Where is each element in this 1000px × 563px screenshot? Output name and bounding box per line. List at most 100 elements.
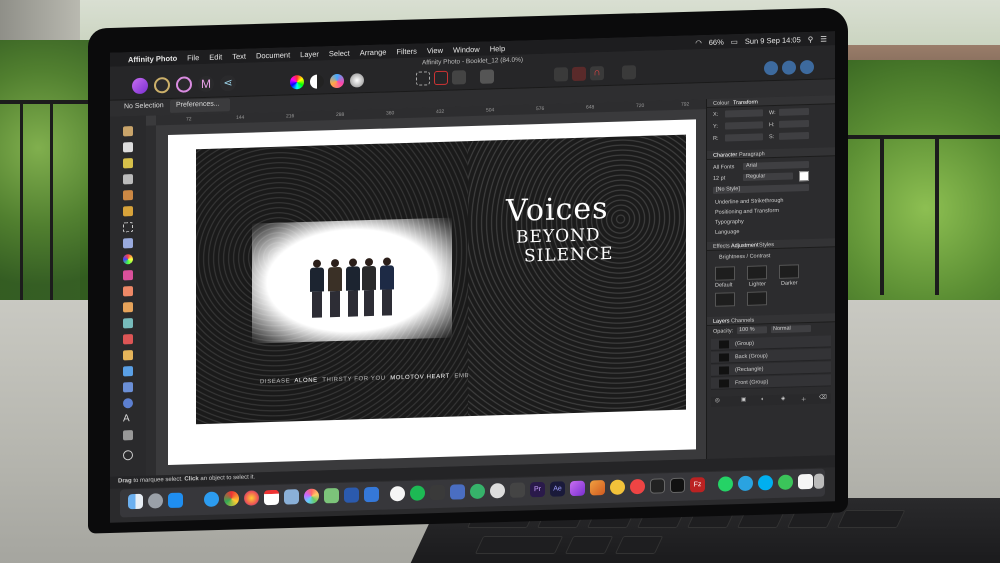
magnet-icon[interactable]: ∩ bbox=[590, 66, 604, 81]
live-filter-icon[interactable]: ◈ bbox=[781, 396, 785, 402]
arrange-icon[interactable] bbox=[554, 67, 568, 82]
add-mask-icon[interactable]: ▣ bbox=[741, 397, 746, 403]
tone-mapping-persona-icon[interactable]: M bbox=[198, 75, 214, 93]
menu-edit[interactable]: Edit bbox=[209, 52, 222, 61]
delete-layer-icon[interactable]: ⌫ bbox=[819, 394, 827, 400]
camera-icon[interactable] bbox=[450, 484, 465, 500]
font-weight-field[interactable]: Regular bbox=[743, 172, 793, 181]
assistant-icon[interactable] bbox=[622, 65, 636, 80]
transform-h-field[interactable] bbox=[779, 120, 809, 128]
transform-y-field[interactable] bbox=[725, 121, 763, 130]
transform-r-field[interactable] bbox=[725, 133, 763, 142]
affinity-publisher-icon[interactable] bbox=[590, 480, 605, 496]
launchpad-icon[interactable] bbox=[148, 493, 163, 509]
menu-file[interactable]: File bbox=[187, 53, 199, 62]
healing-icon[interactable] bbox=[123, 334, 133, 345]
blemish-icon[interactable] bbox=[123, 350, 133, 361]
gradient-icon[interactable] bbox=[123, 382, 133, 393]
tab-transform[interactable]: Transform bbox=[733, 100, 758, 107]
record-icon[interactable] bbox=[630, 478, 645, 495]
vlc-icon[interactable] bbox=[430, 484, 445, 501]
canvas[interactable]: 72 144 216 288 360 432 504 576 648 720 7… bbox=[146, 99, 706, 476]
pen-tool-icon[interactable] bbox=[123, 430, 133, 441]
filezilla-icon[interactable]: Fz bbox=[690, 477, 705, 493]
preset-thumb-lighter[interactable] bbox=[747, 265, 767, 280]
layer-options-icon[interactable]: ◎ bbox=[715, 398, 720, 404]
transform-w-field[interactable] bbox=[779, 108, 809, 116]
split-view-icon[interactable] bbox=[782, 60, 796, 75]
preset-thumb[interactable] bbox=[747, 291, 767, 306]
deselect-icon[interactable] bbox=[434, 70, 448, 86]
snapping-icon[interactable] bbox=[572, 66, 586, 82]
search-icon[interactable]: ⚲ bbox=[808, 34, 814, 43]
preferences-button[interactable]: Preferences... bbox=[170, 98, 230, 113]
auto-levels-icon[interactable] bbox=[290, 75, 304, 90]
preview-icon[interactable] bbox=[284, 489, 299, 505]
liquify-persona-icon[interactable] bbox=[154, 76, 170, 94]
tab-layers[interactable]: Layers bbox=[713, 318, 730, 324]
paint-brush-icon[interactable] bbox=[123, 270, 133, 281]
tab-paragraph[interactable]: Paragraph bbox=[739, 151, 765, 158]
develop-persona-icon[interactable] bbox=[176, 76, 192, 93]
eraser-icon[interactable] bbox=[123, 286, 133, 297]
clock[interactable]: Sun 9 Sep 14:05 bbox=[745, 35, 801, 46]
auto-contrast-icon[interactable] bbox=[310, 74, 324, 89]
affinity-icon[interactable] bbox=[570, 480, 585, 497]
menu-help[interactable]: Help bbox=[490, 44, 505, 53]
menu-layer[interactable]: Layer bbox=[300, 49, 319, 59]
menu-text[interactable]: Text bbox=[232, 51, 246, 60]
mirror-view-icon[interactable] bbox=[800, 59, 814, 75]
app-menu[interactable]: Affinity Photo bbox=[128, 53, 177, 63]
preset-thumb-darker[interactable] bbox=[779, 264, 799, 279]
menu-filters[interactable]: Filters bbox=[396, 46, 416, 56]
flood-fill-icon[interactable] bbox=[123, 238, 133, 249]
calendar-icon[interactable] bbox=[264, 489, 279, 506]
move-tool-icon[interactable] bbox=[123, 142, 133, 153]
section-underline[interactable]: Underline and Strikethrough bbox=[715, 198, 784, 206]
sync-icon[interactable] bbox=[470, 483, 485, 500]
maps-icon[interactable] bbox=[324, 487, 339, 504]
skype-icon[interactable] bbox=[758, 475, 773, 491]
text-colour-swatch[interactable] bbox=[799, 171, 809, 182]
notification-center-icon[interactable]: ☰ bbox=[820, 34, 827, 43]
monitor-icon[interactable] bbox=[650, 478, 665, 494]
messages-icon[interactable] bbox=[778, 474, 793, 490]
view-mode-icon[interactable] bbox=[764, 60, 778, 76]
transform-s-field[interactable] bbox=[779, 132, 809, 140]
opacity-field[interactable]: 100 % bbox=[737, 326, 767, 335]
battery-percent[interactable]: 66% bbox=[709, 37, 724, 46]
red-eye-icon[interactable] bbox=[123, 366, 133, 377]
trash-icon[interactable] bbox=[814, 473, 824, 489]
menu-document[interactable]: Document bbox=[256, 50, 290, 60]
wifi-icon[interactable]: ◠ bbox=[695, 38, 702, 47]
eyedropper-tool-icon[interactable] bbox=[123, 158, 133, 169]
tab-character[interactable]: Character bbox=[713, 152, 737, 159]
vertical-ruler[interactable] bbox=[146, 125, 156, 476]
menu-window[interactable]: Window bbox=[453, 44, 480, 54]
marquee-tool-icon[interactable] bbox=[123, 222, 133, 233]
text-style-field[interactable]: [No Style] bbox=[713, 184, 809, 194]
selection-brush-icon[interactable] bbox=[123, 190, 133, 201]
add-layer-icon[interactable]: ＋ bbox=[801, 395, 807, 403]
menu-arrange[interactable]: Arrange bbox=[360, 47, 387, 57]
section-language[interactable]: Language bbox=[715, 229, 739, 236]
colour-picker-icon[interactable] bbox=[123, 254, 133, 265]
word-icon[interactable] bbox=[344, 487, 359, 503]
photos-icon[interactable] bbox=[304, 488, 319, 505]
font-name-field[interactable]: Arial bbox=[743, 161, 809, 170]
menu-select[interactable]: Select bbox=[329, 48, 350, 58]
section-positioning[interactable]: Positioning and Transform bbox=[715, 208, 779, 216]
aftereffects-icon[interactable]: Ae bbox=[550, 481, 565, 497]
tab-styles[interactable]: Styles bbox=[759, 242, 774, 248]
auto-colour-icon[interactable] bbox=[330, 73, 344, 89]
tab-effects[interactable]: Effects bbox=[713, 243, 730, 249]
safari-icon[interactable] bbox=[204, 491, 219, 507]
auto-white-balance-icon[interactable] bbox=[350, 73, 364, 88]
adjustment-name[interactable]: Brightness / Contrast bbox=[719, 253, 770, 261]
tab-channels[interactable]: Channels bbox=[731, 318, 754, 325]
spread-right-page[interactable] bbox=[468, 134, 686, 417]
blend-mode-select[interactable]: Normal bbox=[771, 324, 811, 334]
tab-adjustment[interactable]: Adjustment bbox=[731, 243, 759, 250]
clock-icon[interactable] bbox=[490, 483, 505, 499]
crop-tool-icon[interactable] bbox=[123, 174, 133, 185]
